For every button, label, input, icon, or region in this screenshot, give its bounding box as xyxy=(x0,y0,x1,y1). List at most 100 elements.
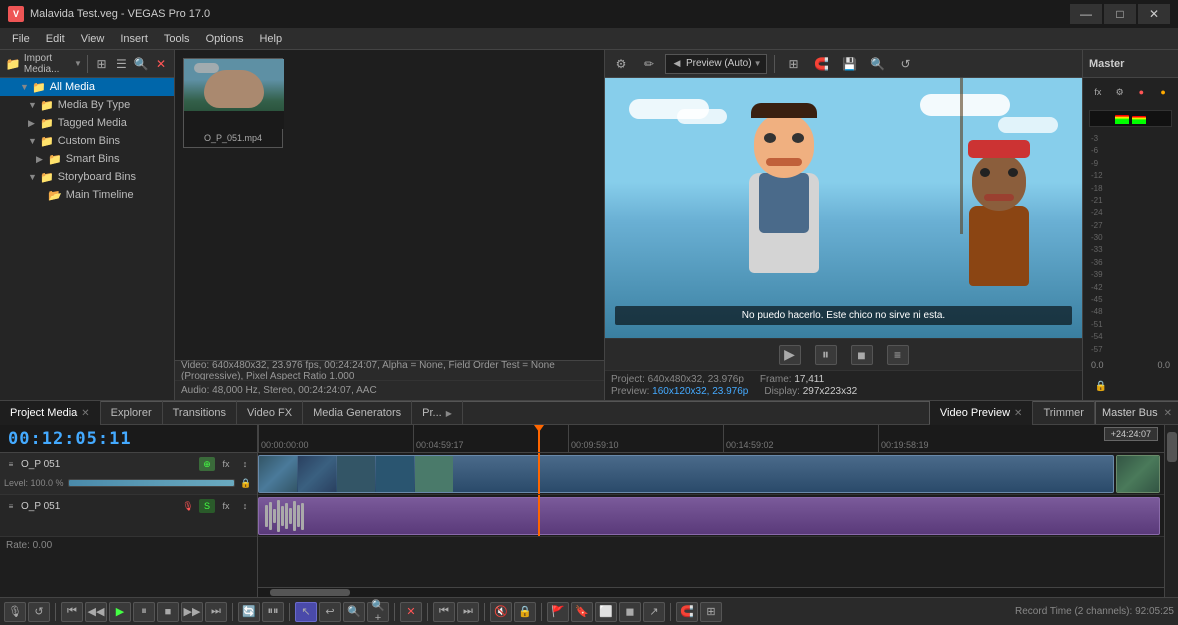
preview-snap-btn[interactable]: 🧲 xyxy=(810,53,834,75)
preview-settings-btn[interactable]: ⚙ xyxy=(609,53,633,75)
tab-transitions[interactable]: Transitions xyxy=(163,401,237,425)
track2-expand2-btn[interactable]: ↕ xyxy=(237,499,253,513)
transport-lock-btn[interactable]: 🔒 xyxy=(514,602,536,622)
transport-next-btn[interactable]: ⏭ xyxy=(205,602,227,622)
master-settings-btn[interactable]: ⚙ xyxy=(1111,81,1129,103)
track2-expand-btn[interactable]: ≡ xyxy=(4,499,18,513)
transport-prev-marker-btn[interactable]: ⏮ xyxy=(433,602,455,622)
media-filter-btn[interactable]: 🔍 xyxy=(132,53,150,75)
transport-next-marker-btn[interactable]: ⏭ xyxy=(457,602,479,622)
scrollbar-thumb-h[interactable] xyxy=(270,589,350,596)
thumb-filename: O_P_051.mp4 xyxy=(184,129,282,147)
timeline-scrollbar-h[interactable] xyxy=(258,587,1164,597)
transport-cursor-btn[interactable]: ↖ xyxy=(295,602,317,622)
preview-mode-arrow[interactable]: ▼ xyxy=(754,59,762,68)
tab-more-arrow[interactable]: ▶ xyxy=(446,409,452,418)
media-thumbnail-item[interactable]: O_P_051.mp4 xyxy=(183,58,283,148)
transport-play-btn[interactable]: ▶ xyxy=(109,602,131,622)
import-dropdown-arrow[interactable]: ▼ xyxy=(74,59,82,68)
track1-lock-btn[interactable]: 🔒 xyxy=(239,477,253,489)
track1-expand2-btn[interactable]: ↕ xyxy=(237,457,253,471)
preview-dropdown-left[interactable]: ◀ xyxy=(670,53,684,75)
transport-bookmark-btn[interactable]: 🔖 xyxy=(571,602,593,622)
transport-rewind-btn[interactable]: ◀◀ xyxy=(85,602,107,622)
transport-mute-btn[interactable]: 🔇 xyxy=(490,602,512,622)
transport-region-btn[interactable]: ⬜ xyxy=(595,602,617,622)
transport-loop-btn[interactable]: 🔄 xyxy=(238,602,260,622)
tree-item-media-by-type[interactable]: ▼ 📁 Media By Type xyxy=(0,96,174,114)
master-rec-btn[interactable]: ● xyxy=(1133,81,1151,103)
master-bus-close[interactable]: ✕ xyxy=(1164,408,1172,419)
menu-help[interactable]: Help xyxy=(251,28,290,50)
track2-mic-btn[interactable]: 🎙 xyxy=(180,499,196,513)
media-close-btn[interactable]: ✕ xyxy=(152,53,170,75)
transport-snap-btn[interactable]: 🧲 xyxy=(676,602,698,622)
tree-item-custom-bins[interactable]: ▼ 📁 Custom Bins xyxy=(0,132,174,150)
preview-undo-btn[interactable]: ↺ xyxy=(894,53,918,75)
transport-pause2-btn[interactable]: ⏸⏸ xyxy=(262,602,284,622)
tree-item-smart-bins[interactable]: ▶ 📁 Smart Bins xyxy=(0,150,174,168)
media-view-btn[interactable]: ⊞ xyxy=(93,53,111,75)
maximize-button[interactable]: □ xyxy=(1104,4,1136,24)
preview-grid-btn[interactable]: ⊞ xyxy=(782,53,806,75)
tab-video-preview[interactable]: Video Preview ✕ xyxy=(930,401,1034,425)
preview-zoom-btn[interactable]: 🔍 xyxy=(866,53,890,75)
transport-prev-btn[interactable]: ⏮ xyxy=(61,602,83,622)
track2-fx-btn[interactable]: fx xyxy=(218,499,234,513)
menu-file[interactable]: File xyxy=(4,28,38,50)
master-lock-btn[interactable]: 🔒 xyxy=(1089,375,1113,397)
transport-flag-btn[interactable]: 🚩 xyxy=(547,602,569,622)
transport-event-btn[interactable]: ◼ xyxy=(619,602,641,622)
tab-media-gen[interactable]: Media Generators xyxy=(303,401,412,425)
close-button[interactable]: ✕ xyxy=(1138,4,1170,24)
menu-options[interactable]: Options xyxy=(198,28,252,50)
preview-loop-btn[interactable]: ≡ xyxy=(887,345,909,365)
transport-cut-btn[interactable]: ✕ xyxy=(400,602,422,622)
tab-video-fx[interactable]: Video FX xyxy=(237,401,303,425)
video-clip-2[interactable] xyxy=(1116,455,1160,493)
tree-item-storyboard-bins[interactable]: ▼ 📁 Storyboard Bins xyxy=(0,168,174,186)
tab-trimmer[interactable]: Trimmer xyxy=(1033,401,1095,425)
track1-fx-btn[interactable]: fx xyxy=(218,457,234,471)
menu-edit[interactable]: Edit xyxy=(38,28,73,50)
tab-close-icon[interactable]: ✕ xyxy=(81,408,89,419)
media-list-btn[interactable]: ☰ xyxy=(112,53,130,75)
preview-play-btn[interactable]: ▶ xyxy=(779,345,801,365)
menu-tools[interactable]: Tools xyxy=(156,28,198,50)
transport-envelope-btn[interactable]: ↩ xyxy=(319,602,341,622)
preview-save-btn[interactable]: 💾 xyxy=(838,53,862,75)
track2-solo-btn[interactable]: S xyxy=(199,499,215,513)
timeline-scrollbar-v[interactable] xyxy=(1164,425,1178,597)
import-media-label[interactable]: Import Media... xyxy=(24,53,72,75)
preview-edit-btn[interactable]: ✏ xyxy=(637,53,661,75)
transport-stop-btn[interactable]: ■ xyxy=(157,602,179,622)
tab-more[interactable]: Pr... ▶ xyxy=(412,401,463,425)
tab-explorer[interactable]: Explorer xyxy=(101,401,163,425)
master-fx-btn[interactable]: fx xyxy=(1089,81,1107,103)
video-clip-1[interactable] xyxy=(258,455,1114,493)
transport-return-btn[interactable]: ↺ xyxy=(28,602,50,622)
tree-item-main-timeline[interactable]: 📂 Main Timeline xyxy=(0,186,174,204)
tree-item-tagged-media[interactable]: ▶ 📁 Tagged Media xyxy=(0,114,174,132)
track1-expand-btn[interactable]: ≡ xyxy=(4,457,18,471)
transport-mic-btn[interactable]: 🎙 xyxy=(4,602,26,622)
import-media-button[interactable]: 📁 xyxy=(4,53,22,75)
audio-clip-1[interactable] xyxy=(258,497,1160,535)
transport-zoom-btn[interactable]: 🔍 xyxy=(343,602,365,622)
minimize-button[interactable]: — xyxy=(1070,4,1102,24)
track1-composite-btn[interactable]: ⊕ xyxy=(199,457,215,471)
transport-grid-btn[interactable]: ⊞ xyxy=(700,602,722,622)
preview-stop-btn[interactable]: ■ xyxy=(851,345,873,365)
tab-project-media[interactable]: Project Media ✕ xyxy=(0,401,101,425)
transport-search-btn[interactable]: 🔍+ xyxy=(367,602,389,622)
preview-pause-btn[interactable]: ⏸ xyxy=(815,345,837,365)
transport-pause-btn[interactable]: ⏸ xyxy=(133,602,155,622)
tab-close-icon[interactable]: ✕ xyxy=(1014,408,1022,419)
scrollbar-thumb-v[interactable] xyxy=(1167,432,1177,462)
tree-item-all-media[interactable]: ▼ 📁 All Media xyxy=(0,78,174,96)
transport-fwd-btn[interactable]: ▶▶ xyxy=(181,602,203,622)
menu-view[interactable]: View xyxy=(73,28,113,50)
master-mute-btn[interactable]: ● xyxy=(1154,81,1172,103)
transport-arrow-btn[interactable]: ↗ xyxy=(643,602,665,622)
menu-insert[interactable]: Insert xyxy=(112,28,156,50)
